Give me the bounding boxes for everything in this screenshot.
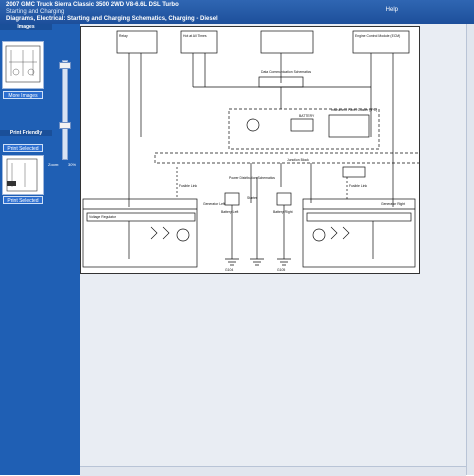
label-relay: Relay — [119, 34, 128, 38]
zoom-slider-track[interactable] — [62, 60, 68, 160]
more-images-button[interactable]: More Images — [3, 91, 43, 99]
wiring-diagram-svg: Relay Hot at All Times Engine Control Mo… — [82, 30, 426, 272]
wiring-diagram[interactable]: Relay Hot at All Times Engine Control Mo… — [80, 26, 426, 274]
section-title: Starting and Charging — [6, 9, 65, 15]
print-thumbnail[interactable] — [2, 155, 44, 195]
zoom-slider-handle[interactable] — [59, 122, 71, 129]
print-thumbnail-graphic — [6, 158, 38, 192]
label-data-comm: Data Communication Schematics — [261, 70, 311, 74]
thumbnail-graphic — [5, 45, 41, 83]
left-panel: Images More Images Zoom: 30% Print Frien… — [0, 24, 80, 475]
label-ipc: Instrument Panel Cluster (IPC) — [331, 108, 377, 112]
diagram-thumbnail[interactable] — [2, 41, 44, 89]
print-selected-button-1[interactable]: Print Selected — [3, 144, 43, 152]
zoom-value: 30% — [68, 162, 77, 167]
help-link[interactable]: Help — [386, 7, 398, 13]
class2-box — [260, 30, 314, 54]
label-gen-left: Generator Left — [203, 202, 225, 206]
label-ground-right: G105 — [277, 268, 285, 272]
images-heading: Images — [0, 24, 52, 30]
vertical-scrollbar[interactable] — [466, 24, 474, 475]
zoom-label: Zoom: — [48, 162, 60, 167]
print-selected-button-2[interactable]: Print Selected — [3, 196, 43, 204]
label-regulator-left: Voltage Regulator — [89, 215, 117, 219]
label-ecm: Engine Control Module (ECM) — [355, 34, 400, 38]
label-battery-left: Battery Left — [221, 210, 238, 214]
label-starter: Starter — [247, 196, 258, 200]
label-battery: BATTERY — [299, 114, 315, 118]
breadcrumb: Diagrams, Electrical: Starting and Charg… — [6, 16, 218, 22]
label-junction: Junction Block — [287, 158, 309, 162]
label-fusible-a: Fusible Link — [179, 184, 197, 188]
label-battery-right: Battery Right — [273, 210, 293, 214]
label-fusible-b: Fusible Link — [349, 184, 367, 188]
top-bar: 2007 GMC Truck Sierra Classic 3500 2WD V… — [0, 0, 474, 24]
zoom-in-handle[interactable] — [59, 62, 71, 69]
print-friendly-heading: Print Friendly — [0, 130, 52, 136]
vehicle-title: 2007 GMC Truck Sierra Classic 3500 2WD V… — [6, 2, 179, 8]
label-gen-right: Generator Right — [381, 202, 405, 206]
label-ground-left: G104 — [225, 268, 233, 272]
label-fuse-hot: Hot at All Times — [183, 34, 207, 38]
label-distribution: Power Distribution Schematics — [229, 176, 275, 180]
